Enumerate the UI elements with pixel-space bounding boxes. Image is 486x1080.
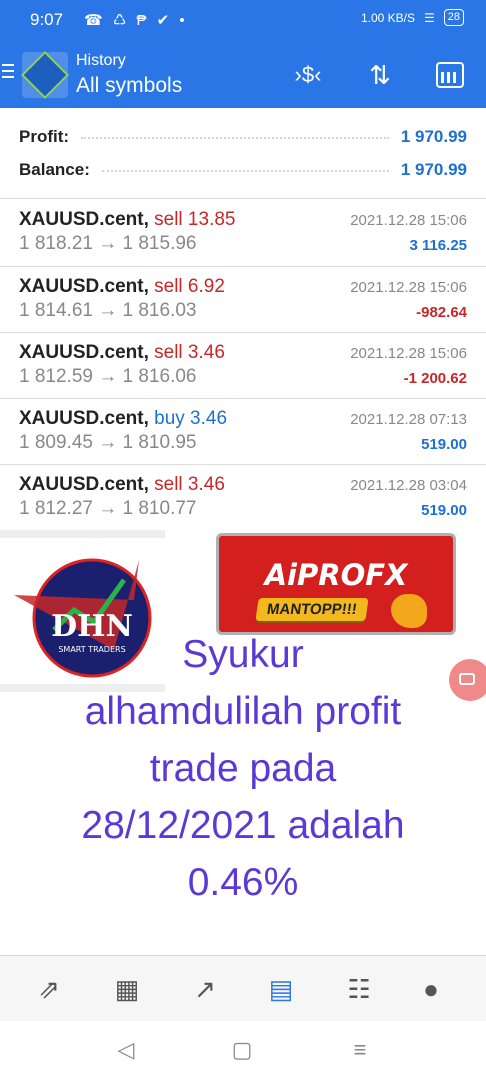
notification-icons: ☎ ♺ ₱ ✔ • <box>84 12 188 29</box>
trade-row[interactable]: XAUUSD.cent, sell 13.85 1 818.21 → 1 815… <box>0 200 486 266</box>
dotted-leader <box>81 136 389 139</box>
profit-row: Profit: 1 970.99 <box>19 122 467 152</box>
symbol-filter[interactable]: All symbols <box>76 74 182 98</box>
profit-value: 1 970.99 <box>400 127 467 146</box>
dotted-leader <box>101 169 389 172</box>
trade-prices: 1 812.27 → 1 810.77 <box>19 498 197 519</box>
caption-line: Syukur <box>182 633 304 676</box>
screen-record-icon[interactable] <box>449 659 486 701</box>
trade-symbol: XAUUSD.cent, sell 3.46 <box>19 474 225 495</box>
divider <box>0 530 165 538</box>
calendar-icon[interactable] <box>432 58 468 92</box>
mantopp-sticker: MANTOPP!!! <box>255 598 369 621</box>
battery-indicator: 28 <box>443 9 464 26</box>
system-nav: ◁ ▢ ≡ <box>0 1021 486 1080</box>
balance-label: Balance: <box>19 160 90 179</box>
trade-prices: 1 812.59 → 1 816.06 <box>19 366 197 387</box>
menu-icon[interactable] <box>2 64 14 82</box>
history-icon[interactable]: ▤ <box>256 956 306 1022</box>
trade-symbol: XAUUSD.cent, buy 3.46 <box>19 408 228 429</box>
trade-side: sell 3.46 <box>154 342 225 363</box>
trade-side: sell 3.46 <box>154 474 225 495</box>
trade-row[interactable]: XAUUSD.cent, sell 6.92 1 814.61 → 1 816.… <box>0 267 486 333</box>
flexed-arm-icon <box>391 594 427 628</box>
status-bar: 9:07 ☎ ♺ ₱ ✔ • 1.00 KB/S ☰ 28 <box>0 0 486 44</box>
trade-datetime: 2021.12.28 15:06 <box>350 212 467 229</box>
caption-line: 28/12/2021 adalah <box>81 804 405 847</box>
trade-datetime: 2021.12.28 03:04 <box>350 477 467 494</box>
aiprofx-logo: AiPROFX MANTOPP!!! <box>216 533 456 635</box>
net-speed: 1.00 KB/S <box>360 10 415 25</box>
aiprofx-logo-text: AiPROFX <box>264 558 408 592</box>
trade-row[interactable]: XAUUSD.cent, sell 3.46 1 812.27 → 1 810.… <box>0 465 486 531</box>
home-icon[interactable]: ▢ <box>222 1035 262 1065</box>
deposit-icon[interactable]: ›$‹ <box>290 58 326 92</box>
page-title: History <box>76 52 126 69</box>
balance-row: Balance: 1 970.99 <box>19 155 467 185</box>
back-icon[interactable]: ◁ <box>106 1035 146 1065</box>
trade-profit: -982.64 <box>416 304 467 321</box>
trade-symbol: XAUUSD.cent, sell 13.85 <box>19 209 236 230</box>
chat-icon[interactable]: ● <box>406 956 456 1022</box>
caption-line: trade pada <box>149 747 337 790</box>
news-icon[interactable]: ☷ <box>334 956 384 1022</box>
app-logo <box>20 50 70 100</box>
trade-side: sell 13.85 <box>154 209 236 230</box>
trade-row[interactable]: XAUUSD.cent, sell 3.46 1 812.59 → 1 816.… <box>0 333 486 399</box>
wifi-icon: ☰ <box>423 10 435 25</box>
trade-profit: -1 200.62 <box>403 370 467 387</box>
status-right: 1.00 KB/S ☰ 28 <box>361 9 464 26</box>
trade-icon[interactable]: ↗ <box>180 956 230 1022</box>
caption-line: 0.46% <box>187 861 299 904</box>
recents-icon[interactable]: ≡ <box>340 1035 380 1065</box>
trade-datetime: 2021.12.28 15:06 <box>350 279 467 296</box>
trade-symbol: XAUUSD.cent, sell 3.46 <box>19 342 225 363</box>
sort-icon[interactable]: ⇅ <box>362 58 398 92</box>
profit-label: Profit: <box>19 127 70 146</box>
trade-profit: 519.00 <box>421 502 467 519</box>
trade-datetime: 2021.12.28 15:06 <box>350 345 467 362</box>
status-time: 9:07 <box>30 10 64 29</box>
trade-datetime: 2021.12.28 07:13 <box>350 411 467 428</box>
bottom-nav: ⇗ ▦ ↗ ▤ ☷ ● <box>0 955 486 1022</box>
quotes-icon[interactable]: ⇗ <box>24 956 74 1022</box>
divider <box>0 198 486 199</box>
trade-row[interactable]: XAUUSD.cent, buy 3.46 1 809.45 → 1 810.9… <box>0 399 486 465</box>
trade-prices: 1 818.21 → 1 815.96 <box>19 233 197 254</box>
trade-prices: 1 814.61 → 1 816.03 <box>19 300 197 321</box>
balance-value: 1 970.99 <box>400 160 467 179</box>
app-bar: History All symbols ›$‹ ⇅ <box>0 44 486 108</box>
trade-prices: 1 809.45 → 1 810.95 <box>19 432 197 453</box>
trade-profit: 3 116.25 <box>409 237 467 254</box>
trade-side: buy 3.46 <box>154 408 228 429</box>
trade-symbol: XAUUSD.cent, sell 6.92 <box>19 276 225 297</box>
trade-side: sell 6.92 <box>154 276 225 297</box>
caption-line: alhamdulilah profit <box>84 690 402 733</box>
trade-profit: 519.00 <box>421 436 467 453</box>
chart-icon[interactable]: ▦ <box>102 956 152 1022</box>
